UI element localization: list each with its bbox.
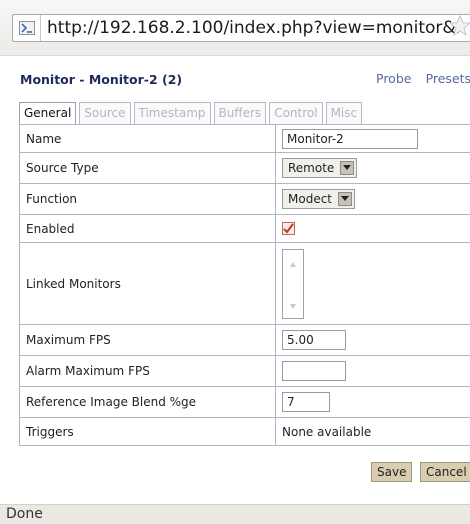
function-select[interactable]: Modect (282, 189, 355, 209)
tab-timestamp[interactable]: Timestamp (133, 102, 211, 124)
tab-general[interactable]: General (19, 102, 77, 125)
max-fps-input[interactable] (282, 330, 346, 350)
alarm-max-fps-label: Alarm Maximum FPS (19, 355, 276, 387)
dropdown-arrow-icon (338, 192, 352, 206)
url-bar[interactable]: http://192.168.2.100/index.php?view=moni… (12, 14, 470, 42)
source-type-select[interactable]: Remote (282, 158, 358, 178)
alarm-max-fps-cell (275, 355, 470, 387)
max-fps-label: Maximum FPS (19, 324, 276, 356)
page-title: Monitor - Monitor-2 (2) (20, 72, 183, 87)
table-row: Alarm Maximum FPS (19, 355, 470, 387)
enabled-cell (275, 214, 470, 243)
function-value: Modect (288, 192, 332, 206)
linked-monitors-cell (275, 242, 470, 325)
linked-monitors-listbox[interactable] (282, 248, 304, 319)
save-button[interactable]: Save (371, 462, 413, 482)
source-type-cell: Remote (275, 152, 470, 184)
alarm-max-fps-input[interactable] (282, 361, 346, 381)
checkmark-icon (283, 223, 294, 234)
presets-link[interactable]: Presets (426, 71, 470, 86)
table-row: Function Modect (19, 183, 470, 215)
table-row: Reference Image Blend %ge (19, 386, 470, 418)
tab-control[interactable]: Control (269, 102, 323, 124)
status-text: Done (6, 506, 43, 522)
probe-link[interactable]: Probe (376, 71, 411, 86)
ref-blend-cell (275, 386, 470, 418)
enabled-checkbox[interactable] (282, 222, 295, 235)
triggers-value: None available (275, 417, 470, 446)
cancel-button[interactable]: Cancel (420, 462, 470, 482)
top-links: Probe Presets (376, 68, 470, 87)
ref-blend-input[interactable] (282, 392, 330, 412)
source-type-value: Remote (288, 161, 335, 175)
tab-misc[interactable]: Misc (325, 102, 363, 124)
tab-bar: General Source Timestamp Buffers Control… (19, 102, 365, 125)
tab-source[interactable]: Source (79, 102, 131, 124)
function-cell: Modect (275, 183, 470, 215)
name-input[interactable] (282, 128, 418, 149)
table-row: Triggers None available (19, 417, 470, 446)
listbox-scroll-arrows-icon (290, 261, 296, 309)
site-favicon-icon (13, 15, 41, 41)
source-type-label: Source Type (19, 152, 276, 184)
url-text[interactable]: http://192.168.2.100/index.php?view=moni… (41, 18, 459, 38)
enabled-label: Enabled (19, 214, 276, 243)
tab-buffers[interactable]: Buffers (213, 102, 267, 124)
monitor-settings-table: Name Source Type Remote Function Modect (19, 124, 470, 446)
name-cell (275, 124, 470, 153)
bookmark-star-icon[interactable] (448, 4, 470, 52)
linked-monitors-label: Linked Monitors (19, 242, 276, 325)
function-label: Function (19, 183, 276, 215)
table-row: Source Type Remote (19, 152, 470, 184)
name-label: Name (19, 124, 276, 153)
ref-blend-label: Reference Image Blend %ge (19, 386, 276, 418)
table-row: Enabled (19, 214, 470, 243)
table-row: Linked Monitors (19, 242, 470, 325)
dropdown-arrow-icon (340, 161, 355, 175)
triggers-label: Triggers (19, 417, 276, 446)
max-fps-cell (275, 324, 470, 356)
browser-toolbar: http://192.168.2.100/index.php?view=moni… (0, 0, 470, 56)
table-row: Name (19, 124, 470, 153)
table-row: Maximum FPS (19, 324, 470, 356)
status-bar: Done (0, 504, 470, 524)
